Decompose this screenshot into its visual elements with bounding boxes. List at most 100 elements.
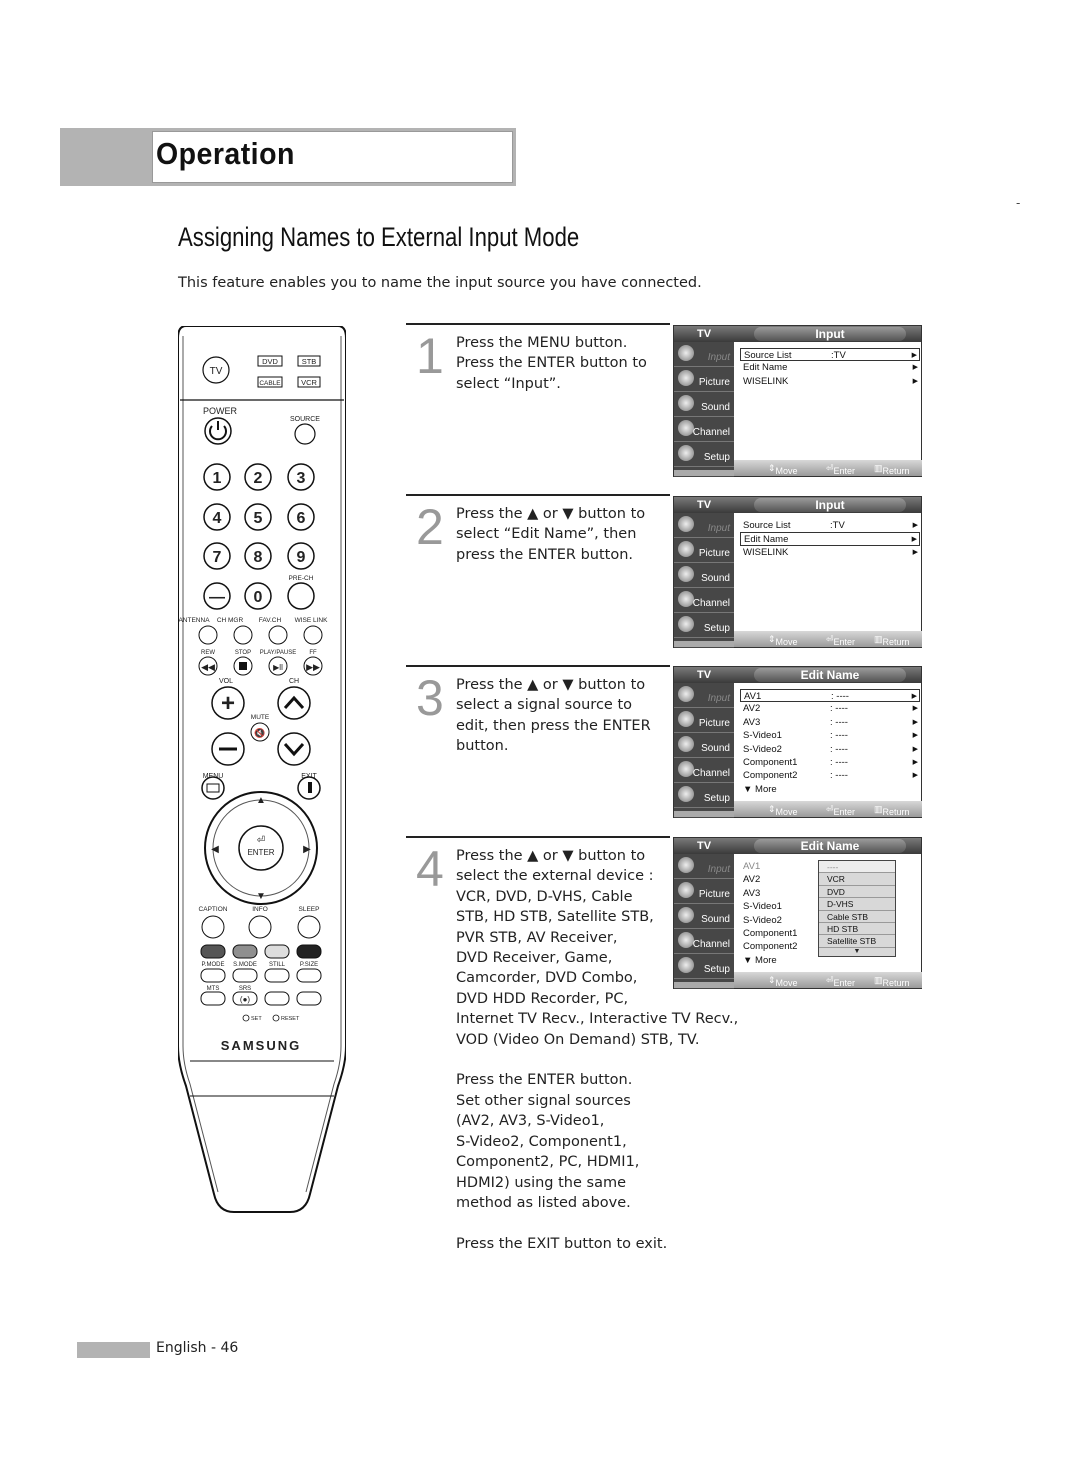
step-line: Internet TV Recv., Interactive TV Recv., <box>456 1011 739 1028</box>
section-title: Operation <box>156 136 295 171</box>
step-number: 4 <box>416 841 444 897</box>
svg-text:PRE-CH: PRE-CH <box>289 575 314 582</box>
input-icon <box>678 857 694 873</box>
osd-menu-row: S-Video1: ---- ▶ <box>743 730 918 742</box>
move-hint: ⇕ Move <box>768 975 798 988</box>
osd-sidebar: Input Picture Sound Channel Setup <box>674 683 734 818</box>
power-button <box>204 417 232 445</box>
move-hint: ⇕ Move <box>768 804 798 817</box>
enter-hint: ⏎ Enter <box>826 463 856 476</box>
step-line <box>456 1213 876 1233</box>
svg-text:P.SIZE: P.SIZE <box>300 962 318 968</box>
svg-text:SET: SET <box>251 1016 262 1022</box>
dropdown-option: D-VHS <box>819 898 895 911</box>
osd-footer-left <box>674 641 734 647</box>
svg-text:3: 3 <box>297 470 306 487</box>
svg-text:CH MGR: CH MGR <box>217 617 244 624</box>
osd-footer-left <box>674 811 734 817</box>
svg-text:—: — <box>209 589 225 606</box>
svg-text:TV: TV <box>210 366 223 377</box>
svg-text:STOP: STOP <box>235 650 251 656</box>
osd-sidebar-item: Picture <box>674 879 734 904</box>
step-line: Press the ENTER button. <box>456 1072 633 1089</box>
move-hint: ⇕ Move <box>768 463 798 476</box>
step-line: Component2, PC, HDMI1, <box>456 1154 640 1171</box>
osd-sidebar-item: Setup <box>674 613 734 638</box>
sound-icon <box>678 395 694 411</box>
input-icon <box>678 516 694 532</box>
osd-tv-label: TV <box>696 669 712 681</box>
osd-tv-label: TV <box>696 499 712 511</box>
return-hint: ▥ Return <box>874 804 910 817</box>
color-button <box>296 944 322 959</box>
svg-text:▼: ▼ <box>256 891 266 902</box>
arrow-right-icon: ▶ <box>911 536 917 544</box>
step-line: method as listed above. <box>456 1194 631 1211</box>
arrow-right-icon: ▶ <box>912 522 918 529</box>
osd-sidebar-item: Sound <box>674 563 734 588</box>
osd-more: ▼ More <box>743 783 777 795</box>
return-hint: ▥ Return <box>874 463 910 476</box>
svg-text:🔇: 🔇 <box>254 727 265 738</box>
footer-bar <box>77 1342 150 1358</box>
source-button <box>294 423 316 445</box>
input-icon <box>678 686 694 702</box>
arrow-right-icon: ▶ <box>912 548 918 556</box>
channel-icon <box>678 591 694 607</box>
step-line: DVD HDD Recorder, PC, <box>456 990 629 1007</box>
osd-sidebar-item: Sound <box>674 733 734 758</box>
osd-sidebar: Input Picture Sound Channel Setup <box>674 854 734 989</box>
dropdown-option: ---- <box>819 861 895 874</box>
osd-menu-row: AV1: ---- ▶ <box>740 689 920 703</box>
osd-menu-row: WISELINK ▶ <box>743 546 918 558</box>
tv-button: TV <box>202 356 230 384</box>
osd-menu-row: Source List:TV ▶ <box>743 520 918 531</box>
osd-menu-row: Component1: ---- ▶ <box>743 756 918 768</box>
osd-title: Input <box>754 327 906 341</box>
dropdown-option: VCR <box>819 873 895 886</box>
sound-icon <box>678 907 694 923</box>
mute-label: MUTE <box>251 714 270 721</box>
svg-text:6: 6 <box>297 510 306 527</box>
osd-footer-left <box>674 982 734 988</box>
osd-menu-list: AV1: ---- ▶ AV2: ---- ▶ AV3: ---- ▶ S-Video1: … <box>740 689 920 796</box>
step-line: Set other signal sources <box>456 1092 631 1109</box>
svg-text:◀◀: ◀◀ <box>201 662 215 672</box>
step-line: VOD (Video On Demand) STB, TV. <box>456 1031 700 1048</box>
svg-text:+: + <box>221 690 235 717</box>
sound-icon <box>678 566 694 582</box>
osd-footer: ⇕ Move ⏎ Enter ▥ Return <box>734 972 922 988</box>
svg-text:RESET: RESET <box>281 1016 300 1022</box>
svg-text:FAV.CH: FAV.CH <box>259 617 282 624</box>
svg-text:VCR: VCR <box>301 378 317 387</box>
page-title: Assigning Names to External Input Mode <box>178 222 580 252</box>
osd-menu-row: Edit Name ▶ <box>740 532 920 546</box>
svg-text:WISE LINK: WISE LINK <box>295 617 329 624</box>
dropdown-option: HD STB <box>819 923 895 936</box>
arrow-right-icon: ▶ <box>912 718 918 726</box>
svg-text:0: 0 <box>254 589 263 606</box>
step-1: 1 Press the MENU button. Press the ENTER … <box>406 323 670 392</box>
osd-sidebar: Input Picture Sound Channel Setup <box>674 342 734 477</box>
mute-button: 🔇 <box>250 722 270 742</box>
page-number: English - 46 <box>156 1340 239 1356</box>
step-line <box>456 1050 876 1070</box>
osd-sidebar-item: Channel <box>674 758 734 783</box>
svg-text:ANTENNA: ANTENNA <box>178 617 210 624</box>
navigation-pad: ⏎ ENTER ▲ ▼ ◀ ▶ <box>204 791 318 905</box>
arrow-right-icon: ▶ <box>912 758 918 766</box>
svg-text:▶▶: ▶▶ <box>306 662 320 672</box>
return-hint: ▥ Return <box>874 634 910 647</box>
svg-text:S.MODE: S.MODE <box>233 962 257 968</box>
svg-text:SRS: SRS <box>239 986 251 992</box>
svg-text:9: 9 <box>297 549 306 566</box>
arrow-right-icon: ▶ <box>912 745 918 753</box>
osd-sidebar-item: Picture <box>674 708 734 733</box>
power-label: POWER <box>203 406 238 416</box>
svg-text:MTS: MTS <box>207 986 220 992</box>
arrow-right-icon: ▶ <box>912 364 918 372</box>
osd-menu-row: Component2: ---- ▶ <box>743 770 918 782</box>
svg-text:STB: STB <box>302 357 317 366</box>
osd-sidebar-item: Picture <box>674 538 734 563</box>
svg-text:P.MODE: P.MODE <box>202 962 225 968</box>
